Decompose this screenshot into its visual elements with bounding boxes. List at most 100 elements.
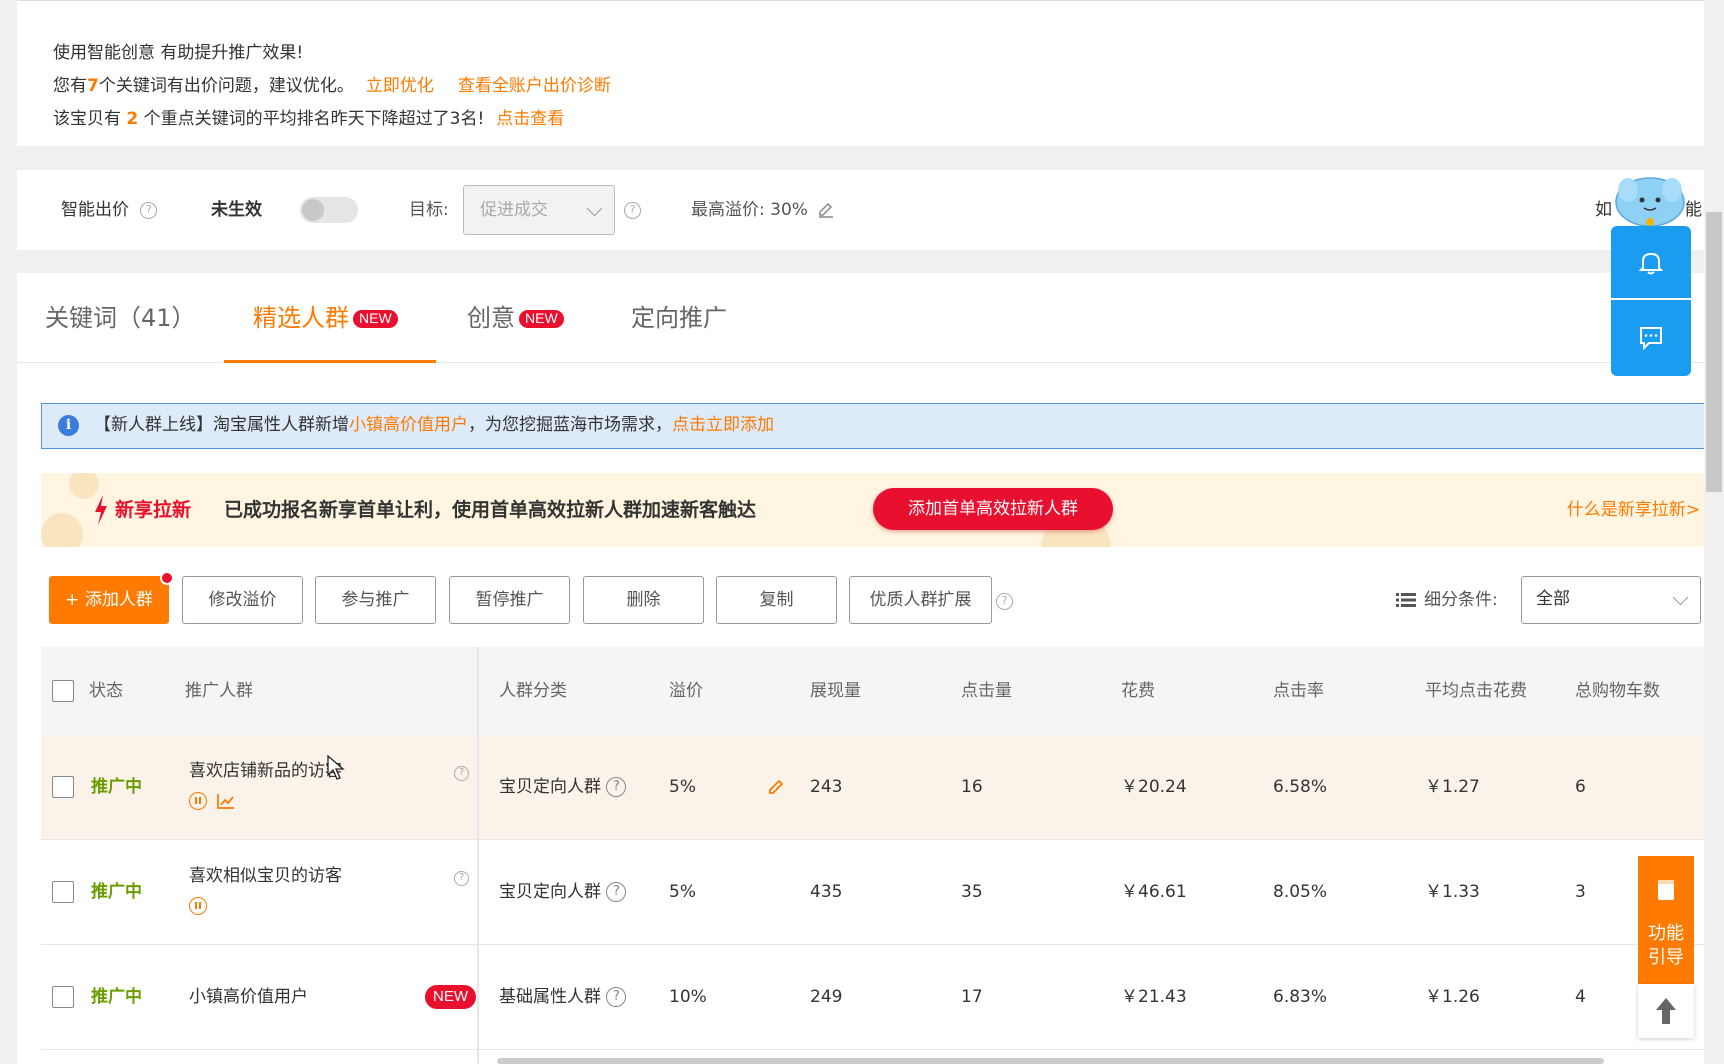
ranking-drop-count: 2 (126, 109, 139, 129)
tab-selected-crowds[interactable]: 精选人群 NEW (253, 273, 398, 363)
help-icon[interactable]: ? (996, 592, 1013, 610)
row-category-wrap: 宝贝定向人群 ? (499, 735, 627, 839)
tab-creatives[interactable]: 创意 NEW (467, 273, 564, 363)
help-icon[interactable]: ? (606, 987, 627, 1007)
smart-bid-toggle[interactable] (300, 197, 358, 223)
pause-promotion-button[interactable]: 暂停推广 (449, 576, 570, 624)
chat-icon (1640, 327, 1662, 350)
notice-card: 使用智能创意 有助提升推广效果! 您有7个关键词有出价问题，建议优化。 立即优化 查… (17, 0, 1704, 146)
mascot-icon[interactable] (1614, 172, 1686, 228)
table-row: 推广中 小镇高价值用户 NEW 基础属性人群 ? 10% 249 17 ￥21.… (41, 945, 1704, 1050)
header-clicks[interactable]: 点击量 (961, 647, 1012, 735)
header-cpc[interactable]: 平均点击花费 (1425, 647, 1527, 735)
notice-text: 使用智能创意 有助提升推广效果! (53, 43, 304, 63)
pause-icon[interactable] (189, 792, 207, 810)
filter-label: 细分条件: (1424, 590, 1498, 610)
header-premium[interactable]: 溢价 (669, 647, 703, 735)
account-bid-diagnosis-link[interactable]: 查看全账户出价诊断 (458, 76, 611, 96)
row-status: 推广中 (91, 777, 142, 797)
edit-icon[interactable] (817, 201, 835, 219)
add-first-order-crowd-button[interactable]: 添加首单高效拉新人群 (873, 488, 1113, 530)
arrow-up-icon (1656, 998, 1676, 1024)
tab-targeted-promotion[interactable]: 定向推广 (631, 273, 727, 363)
info-banner: i 【新人群上线】淘宝属性人群新增小镇高价值用户，为您挖掘蓝海市场需求，点击立即… (41, 403, 1704, 449)
row-clicks: 17 (961, 987, 983, 1007)
help-icon[interactable]: ? (606, 882, 627, 902)
notice-line-3: 该宝贝有 2 个重点关键词的平均排名昨天下降超过了3名! 点击查看 (53, 103, 1704, 136)
help-icon[interactable]: ? (454, 765, 469, 781)
what-is-new-link[interactable]: 什么是新享拉新> (1567, 473, 1700, 547)
optimize-now-link[interactable]: 立即优化 (366, 76, 434, 96)
smart-bid-status: 未生效 (211, 200, 262, 220)
row-checkbox[interactable] (52, 881, 74, 903)
new-badge: NEW (425, 985, 476, 1009)
row-checkbox[interactable] (52, 776, 74, 798)
help-icon[interactable]: ? (606, 777, 627, 797)
keyword-issue-count: 7 (87, 76, 99, 96)
info-banner-text: 【新人群上线】淘宝属性人群新增 (94, 415, 349, 435)
help-icon[interactable]: ? (624, 201, 641, 219)
scrollbar-thumb[interactable] (1706, 212, 1722, 492)
target-label: 目标: (409, 200, 449, 220)
row-action-icons (189, 896, 217, 916)
message-float-button[interactable] (1611, 300, 1691, 376)
modify-premium-button[interactable]: 修改溢价 (182, 576, 303, 624)
chevron-down-icon (586, 200, 603, 217)
notification-float-button[interactable] (1611, 226, 1691, 298)
help-icon[interactable]: ? (140, 201, 158, 219)
header-cost[interactable]: 花费 (1121, 647, 1155, 735)
row-checkbox[interactable] (52, 986, 74, 1008)
promo-banner: 新享拉新 已成功报名新享首单让利，使用首单高效拉新人群加速新客触达 添加首单高效… (41, 473, 1704, 547)
row-impressions: 249 (810, 987, 843, 1007)
copy-button[interactable]: 复制 (716, 576, 837, 624)
main-panel: 关键词（41） 精选人群 NEW 创意 NEW 定向推广 i 【新人群上线】淘宝属性… (17, 273, 1704, 1064)
tab-bar: 关键词（41） 精选人群 NEW 创意 NEW 定向推广 (17, 273, 1704, 363)
max-premium: 最高溢价: 30% (691, 200, 808, 220)
row-action-icons (189, 791, 235, 811)
pause-icon[interactable] (189, 897, 207, 915)
delete-button[interactable]: 删除 (583, 576, 704, 624)
select-all-checkbox[interactable] (52, 680, 74, 702)
smart-bid-right-text-a: 如 (1595, 200, 1612, 220)
join-promotion-button[interactable]: 参与推广 (315, 576, 436, 624)
tab-keywords[interactable]: 关键词（41） (45, 273, 196, 363)
max-premium-wrap: 最高溢价: 30% (691, 170, 835, 250)
row-new-wrap: NEW (421, 985, 476, 1009)
toggle-knob (302, 199, 324, 221)
help-icon[interactable]: ? (454, 870, 469, 886)
quality-crowd-expand-button[interactable]: 优质人群扩展 (849, 576, 992, 624)
row-premium: 5% (669, 777, 696, 797)
trend-chart-icon[interactable] (217, 793, 235, 809)
horizontal-scrollbar[interactable] (497, 1058, 1604, 1064)
tab-label: 关键词（41） (45, 304, 196, 332)
header-carts[interactable]: 总购物车数 (1575, 647, 1660, 735)
tab-label: 创意 (467, 304, 515, 332)
view-ranking-link[interactable]: 点击查看 (496, 109, 564, 129)
row-status: 推广中 (91, 882, 142, 902)
row-ctr: 6.83% (1273, 987, 1328, 1007)
feature-guide-button[interactable]: 功能 引导 (1638, 856, 1694, 984)
row-status: 推广中 (91, 987, 142, 1007)
filter-select[interactable]: 全部 (1521, 576, 1701, 624)
row-ctr: 8.05% (1273, 882, 1328, 902)
table-row: 推广中 喜欢相似宝贝的访客 ? 宝贝定向人群 ? 5% 435 35 ￥46.6… (41, 840, 1704, 945)
edit-icon[interactable] (767, 778, 785, 796)
mouse-cursor-icon (327, 755, 345, 780)
add-crowd-button[interactable]: + 添加人群 (49, 571, 174, 624)
row-premium: 10% (669, 987, 707, 1007)
row-category: 基础属性人群 (499, 987, 601, 1007)
vertical-scrollbar[interactable] (1704, 0, 1724, 1064)
expand-help-wrap: ? (996, 591, 1013, 611)
add-now-link[interactable]: 点击立即添加 (672, 415, 774, 435)
target-select[interactable]: 促进成交 (463, 185, 615, 235)
row-crowd-name: 喜欢相似宝贝的访客 (189, 866, 342, 886)
row-carts: 4 (1575, 987, 1586, 1007)
new-crowd-highlight[interactable]: 小镇高价值用户 (349, 415, 468, 435)
tab-label: 定向推广 (631, 304, 727, 332)
header-ctr[interactable]: 点击率 (1273, 647, 1324, 735)
row-ctr: 6.58% (1273, 777, 1328, 797)
notification-dot (160, 571, 174, 585)
header-impressions[interactable]: 展现量 (810, 647, 861, 735)
back-to-top-button[interactable] (1638, 984, 1694, 1038)
new-badge: NEW (519, 310, 564, 328)
